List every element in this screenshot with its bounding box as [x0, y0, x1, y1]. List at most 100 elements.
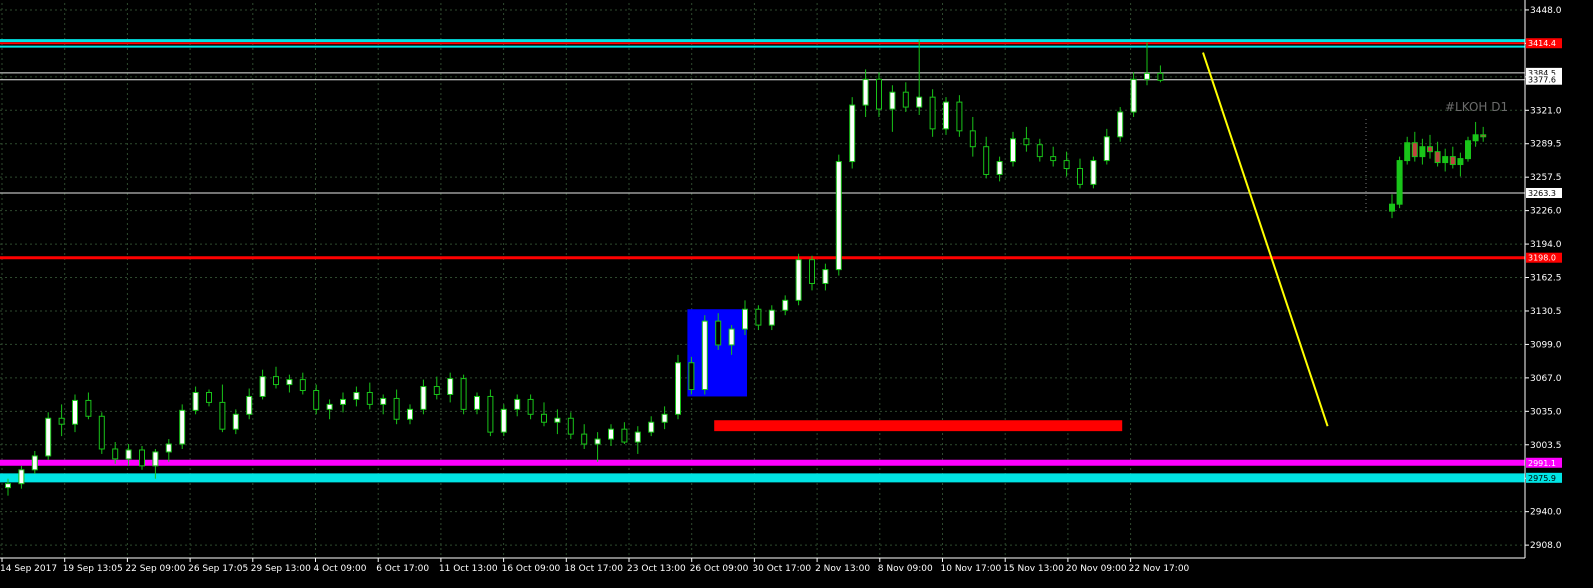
price-label-text: 3377.6 — [1528, 76, 1556, 85]
time-axis[interactable]: 14 Sep 2017 19 Sep 13:05 22 Sep 09:00 26 Se… — [0, 557, 1525, 574]
candle — [500, 408, 507, 433]
candle — [366, 391, 373, 405]
candle — [1144, 72, 1150, 80]
candle — [701, 320, 708, 391]
price-tick-label: 3162.5 — [1530, 274, 1562, 284]
price-tick-label: 3226.0 — [1530, 207, 1562, 217]
candle — [943, 101, 949, 130]
candle — [876, 78, 882, 110]
price-tick-label: 3448.0 — [1530, 6, 1562, 16]
candle — [956, 101, 963, 132]
candle — [567, 417, 574, 435]
price-tick-label: 3289.5 — [1530, 140, 1562, 150]
candle — [728, 328, 735, 346]
candle — [795, 259, 802, 301]
candle — [634, 431, 641, 443]
candle — [58, 417, 65, 425]
candle — [259, 376, 266, 397]
price-tick-label: 2908.0 — [1530, 541, 1562, 551]
candle — [1010, 138, 1016, 163]
price-tick-label: 3130.5 — [1530, 307, 1562, 317]
candle — [72, 399, 78, 425]
horizontal-price-lines[interactable] — [0, 39, 1525, 483]
candle — [165, 443, 172, 453]
price-label-text: 2991.1 — [1528, 459, 1556, 468]
candle — [661, 413, 668, 423]
candle — [340, 398, 346, 405]
candle — [1103, 136, 1110, 162]
red-rectangle — [714, 420, 1123, 432]
candle — [474, 395, 480, 410]
candle — [1117, 111, 1124, 138]
candle — [353, 391, 360, 400]
candle — [675, 362, 681, 415]
time-tick-label: 14 Sep 2017 — [0, 564, 57, 574]
price-tick-label: 3067.0 — [1530, 374, 1562, 384]
candle — [286, 379, 293, 386]
candle — [621, 428, 628, 443]
time-tick-label: 6 Oct 17:00 — [376, 564, 429, 574]
candle — [554, 417, 561, 423]
candle — [889, 91, 896, 110]
time-tick-label: 8 Nov 09:00 — [878, 564, 933, 574]
price-label-text: 3263.3 — [1528, 189, 1556, 198]
candle — [152, 451, 159, 467]
time-tick-label: 11 Oct 13:00 — [439, 564, 498, 574]
candle — [688, 362, 695, 391]
rectangle-objects[interactable] — [687, 309, 1123, 432]
candle — [822, 269, 829, 284]
candle — [782, 299, 789, 311]
candle — [112, 448, 119, 460]
yellow-trendline — [1202, 52, 1329, 427]
inset-candle — [1396, 160, 1403, 205]
candle — [1050, 156, 1057, 162]
inset-candle — [1404, 142, 1411, 162]
time-tick-label: 20 Nov 09:00 — [1066, 564, 1127, 574]
inset-candle — [1480, 134, 1487, 138]
candle — [487, 395, 494, 433]
candle — [45, 417, 52, 457]
candle — [219, 401, 226, 430]
candle — [139, 449, 145, 467]
candle — [1157, 72, 1164, 81]
inset-candle — [1457, 158, 1464, 166]
candle — [447, 378, 454, 395]
candle — [460, 378, 467, 410]
candle — [192, 391, 199, 411]
price-tick-label: 3257.5 — [1530, 173, 1562, 183]
candle — [916, 96, 923, 108]
candle — [809, 259, 815, 284]
price-label-text: 2975.9 — [1528, 474, 1556, 483]
candle — [299, 379, 306, 392]
inset-candle — [1411, 142, 1418, 158]
candle — [393, 397, 400, 420]
candle — [969, 130, 976, 148]
candle — [433, 386, 440, 395]
inset-candle — [1434, 151, 1441, 164]
candle — [380, 397, 387, 405]
time-tick-label: 15 Nov 13:00 — [1003, 564, 1064, 574]
candle — [1090, 160, 1097, 185]
price-tick-label: 3194.0 — [1530, 240, 1562, 250]
candle — [1077, 168, 1083, 185]
time-tick-label: 10 Nov 17:00 — [941, 564, 1002, 574]
candle — [527, 398, 534, 415]
time-tick-label: 26 Oct 09:00 — [690, 564, 749, 574]
candle — [232, 413, 239, 430]
candle — [246, 395, 253, 415]
price-chart[interactable]: #LKOH D1 3448.03385.03353.03321.03289.53… — [0, 0, 1593, 588]
inset-candle — [1472, 134, 1479, 142]
candle — [85, 399, 92, 417]
trendline-object[interactable] — [1202, 52, 1329, 427]
time-tick-label: 2 Nov 13:00 — [815, 564, 870, 574]
price-tick-label: 2940.0 — [1530, 508, 1562, 518]
price-tick-label: 3003.5 — [1530, 441, 1562, 451]
candle — [5, 483, 11, 489]
candle — [608, 428, 614, 440]
time-tick-label: 30 Oct 17:00 — [752, 564, 811, 574]
candle — [98, 415, 105, 450]
candle — [929, 96, 936, 130]
time-tick-label: 16 Oct 09:00 — [502, 564, 561, 574]
time-tick-label: 18 Oct 17:00 — [564, 564, 623, 574]
candle — [755, 308, 762, 326]
